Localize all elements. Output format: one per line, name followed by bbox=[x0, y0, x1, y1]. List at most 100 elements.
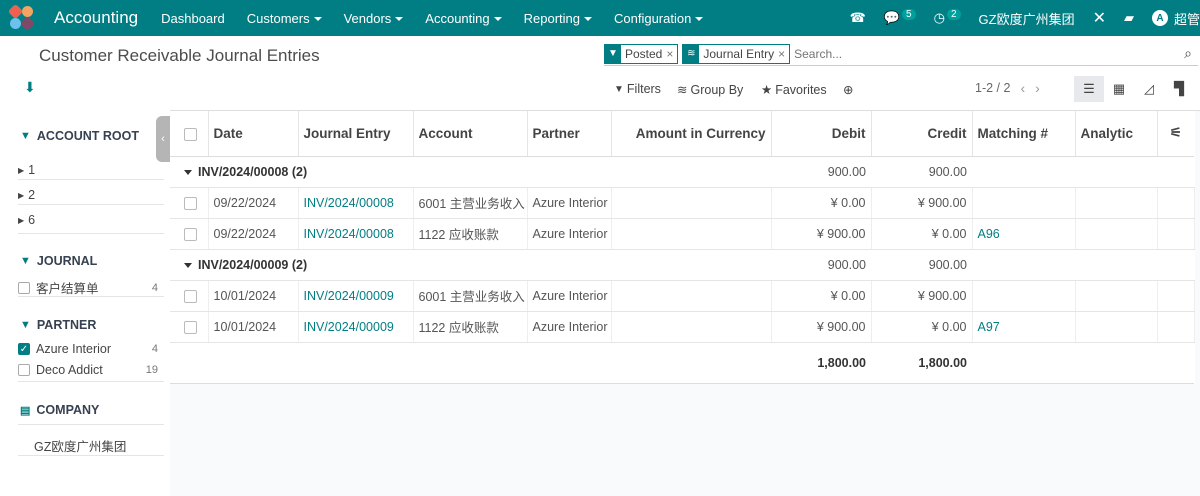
column-header-analytic[interactable]: Analytic bbox=[1075, 111, 1158, 157]
column-header-journal-entry[interactable]: Journal Entry bbox=[298, 111, 414, 157]
search-facet-journal-entry[interactable]: ≋ Journal Entry × bbox=[682, 43, 791, 64]
partner-item-deco-addict[interactable]: Deco Addict 19 bbox=[18, 363, 164, 377]
cell-account: 1122 应收账款 bbox=[413, 218, 528, 250]
group-by-button[interactable]: ≋ Group By bbox=[677, 82, 743, 98]
menu-customers[interactable]: Customers bbox=[247, 11, 322, 26]
company-item[interactable]: GZ欧度广州集团 bbox=[34, 436, 164, 455]
filters-button[interactable]: ▼ Filters bbox=[614, 82, 661, 96]
search-icon[interactable]: ⌕ bbox=[1184, 45, 1192, 62]
checkbox[interactable] bbox=[18, 364, 30, 376]
journal-section-title: ▼ JOURNAL bbox=[20, 254, 97, 268]
column-header-amount-in-currency[interactable]: Amount in Currency bbox=[611, 111, 772, 157]
account-root-label: 6 bbox=[28, 213, 36, 227]
row-checkbox[interactable] bbox=[184, 227, 197, 241]
kanban-view-button[interactable]: ▜ bbox=[1164, 76, 1194, 102]
caret-down-icon bbox=[395, 17, 404, 22]
cell-analytic bbox=[1075, 311, 1158, 343]
pivot-view-button[interactable]: ▦ bbox=[1104, 76, 1134, 102]
zoom-search-icon[interactable]: ⊕ bbox=[843, 82, 853, 97]
pager: 1-2 / 2 ‹ › bbox=[975, 80, 1040, 96]
total-debit: 1,800.00 bbox=[771, 341, 871, 384]
column-header-date[interactable]: Date bbox=[208, 111, 299, 157]
apps-menu-icon[interactable] bbox=[7, 3, 36, 32]
group-credit: 900.00 bbox=[871, 249, 972, 281]
column-header-debit[interactable]: Debit bbox=[771, 111, 872, 157]
row-checkbox[interactable] bbox=[184, 320, 197, 334]
remove-facet-icon[interactable]: × bbox=[778, 47, 785, 61]
cell-debit: ¥ 900.00 bbox=[771, 218, 872, 250]
row-checkbox[interactable] bbox=[184, 196, 197, 210]
cell-journal-entry[interactable]: INV/2024/00008 bbox=[298, 187, 414, 219]
cell-amount-in-currency bbox=[611, 187, 772, 219]
pager-value[interactable]: 1-2 / 2 bbox=[975, 81, 1010, 95]
cell-journal-entry[interactable]: INV/2024/00008 bbox=[298, 218, 414, 250]
star-icon: ★ bbox=[761, 83, 773, 97]
remove-facet-icon[interactable]: × bbox=[666, 47, 673, 61]
phone-icon[interactable]: ☎ bbox=[850, 10, 866, 26]
favorites-button[interactable]: ★ Favorites bbox=[761, 82, 827, 98]
top-navbar: Accounting Dashboard Customers Vendors A… bbox=[0, 0, 1200, 36]
avatar: A bbox=[1151, 10, 1168, 26]
messages-button[interactable]: 💬 5 bbox=[883, 8, 916, 26]
account-root-item-2[interactable]: ▶ 2 bbox=[18, 188, 164, 202]
journal-title: JOURNAL bbox=[36, 254, 98, 268]
cell-analytic bbox=[1075, 218, 1158, 250]
menu-vendors-label: Vendors bbox=[343, 10, 392, 26]
partner-title: PARTNER bbox=[36, 318, 97, 332]
filter-icon: ▼ bbox=[20, 130, 31, 142]
debug-tools-icon[interactable]: ✕ bbox=[1093, 8, 1106, 28]
partner-item-azure-interior[interactable]: ✓ Azure Interior 4 bbox=[18, 342, 164, 356]
caret-down-icon bbox=[184, 262, 192, 268]
documentation-icon[interactable]: ▰ bbox=[1124, 10, 1134, 26]
group-row[interactable]: INV/2024/00009 (2) 900.00 900.00 bbox=[170, 249, 1194, 281]
list-view-button[interactable]: ☰ bbox=[1074, 76, 1104, 102]
cell-date: 09/22/2024 bbox=[208, 218, 299, 250]
download-icon[interactable]: ⬇ bbox=[24, 79, 36, 96]
filter-icon: ▼ bbox=[605, 44, 621, 63]
cell-journal-entry[interactable]: INV/2024/00009 bbox=[298, 280, 414, 312]
cell-credit: ¥ 900.00 bbox=[871, 187, 973, 219]
collapse-sidebar-button[interactable]: ‹ bbox=[156, 116, 170, 162]
column-header-partner[interactable]: Partner bbox=[527, 111, 612, 157]
menu-reporting[interactable]: Reporting bbox=[524, 11, 592, 26]
company-switcher[interactable]: GZ欧度广州集团 bbox=[979, 9, 1075, 28]
journal-item[interactable]: 客户结算单 4 bbox=[18, 278, 164, 297]
group-label: INV/2024/00008 (2) bbox=[198, 164, 308, 179]
chevron-left-icon[interactable]: ‹ bbox=[1020, 80, 1025, 96]
checkbox-checked[interactable]: ✓ bbox=[18, 343, 30, 355]
column-header-account[interactable]: Account bbox=[413, 111, 528, 157]
cell-matching[interactable]: A97 bbox=[972, 311, 1076, 343]
account-root-item-6[interactable]: ▶ 6 bbox=[18, 213, 164, 227]
cell-amount-in-currency bbox=[611, 218, 772, 250]
search-facet-posted[interactable]: ▼ Posted × bbox=[604, 43, 679, 64]
checkbox[interactable] bbox=[18, 281, 30, 294]
column-header-matching[interactable]: Matching # bbox=[972, 111, 1076, 157]
filter-icon: ▼ bbox=[614, 83, 624, 95]
search-input[interactable] bbox=[794, 43, 1198, 64]
menu-dashboard[interactable]: Dashboard bbox=[161, 11, 225, 26]
group-row[interactable]: INV/2024/00008 (2) 900.00 900.00 bbox=[170, 156, 1194, 188]
cell-account: 1122 应收账款 bbox=[413, 311, 528, 343]
table-row[interactable]: 09/22/2024 INV/2024/00008 1122 应收账款 Azur… bbox=[170, 218, 1195, 250]
table-row[interactable]: 10/01/2024 INV/2024/00009 6001 主营业务收入 Az… bbox=[170, 280, 1195, 312]
cell-journal-entry[interactable]: INV/2024/00009 bbox=[298, 311, 414, 343]
chat-icon: 💬 bbox=[883, 10, 901, 25]
column-header-credit[interactable]: Credit bbox=[871, 111, 973, 157]
optional-columns-toggle[interactable]: ⚟ bbox=[1157, 111, 1194, 157]
activity-count-badge: 2 bbox=[946, 8, 961, 20]
menu-configuration[interactable]: Configuration bbox=[614, 10, 704, 26]
menu-configuration-label: Configuration bbox=[614, 10, 692, 26]
graph-view-button[interactable]: ◿ bbox=[1134, 76, 1164, 102]
menu-accounting[interactable]: Accounting bbox=[425, 11, 502, 26]
user-menu[interactable]: A 超管 bbox=[1151, 9, 1200, 28]
table-row[interactable]: 09/22/2024 INV/2024/00008 6001 主营业务收入 Az… bbox=[170, 187, 1195, 219]
select-all-checkbox[interactable] bbox=[184, 127, 197, 141]
cell-matching[interactable]: A96 bbox=[972, 218, 1076, 250]
chevron-right-icon[interactable]: › bbox=[1035, 80, 1040, 96]
menu-vendors[interactable]: Vendors bbox=[344, 11, 404, 26]
activities-button[interactable]: ◷ 2 bbox=[934, 8, 961, 26]
app-name[interactable]: Accounting bbox=[54, 8, 138, 28]
table-row[interactable]: 10/01/2024 INV/2024/00009 1122 应收账款 Azur… bbox=[170, 311, 1195, 343]
row-checkbox[interactable] bbox=[184, 289, 197, 303]
account-root-item-1[interactable]: ▶ 1 bbox=[18, 163, 164, 177]
